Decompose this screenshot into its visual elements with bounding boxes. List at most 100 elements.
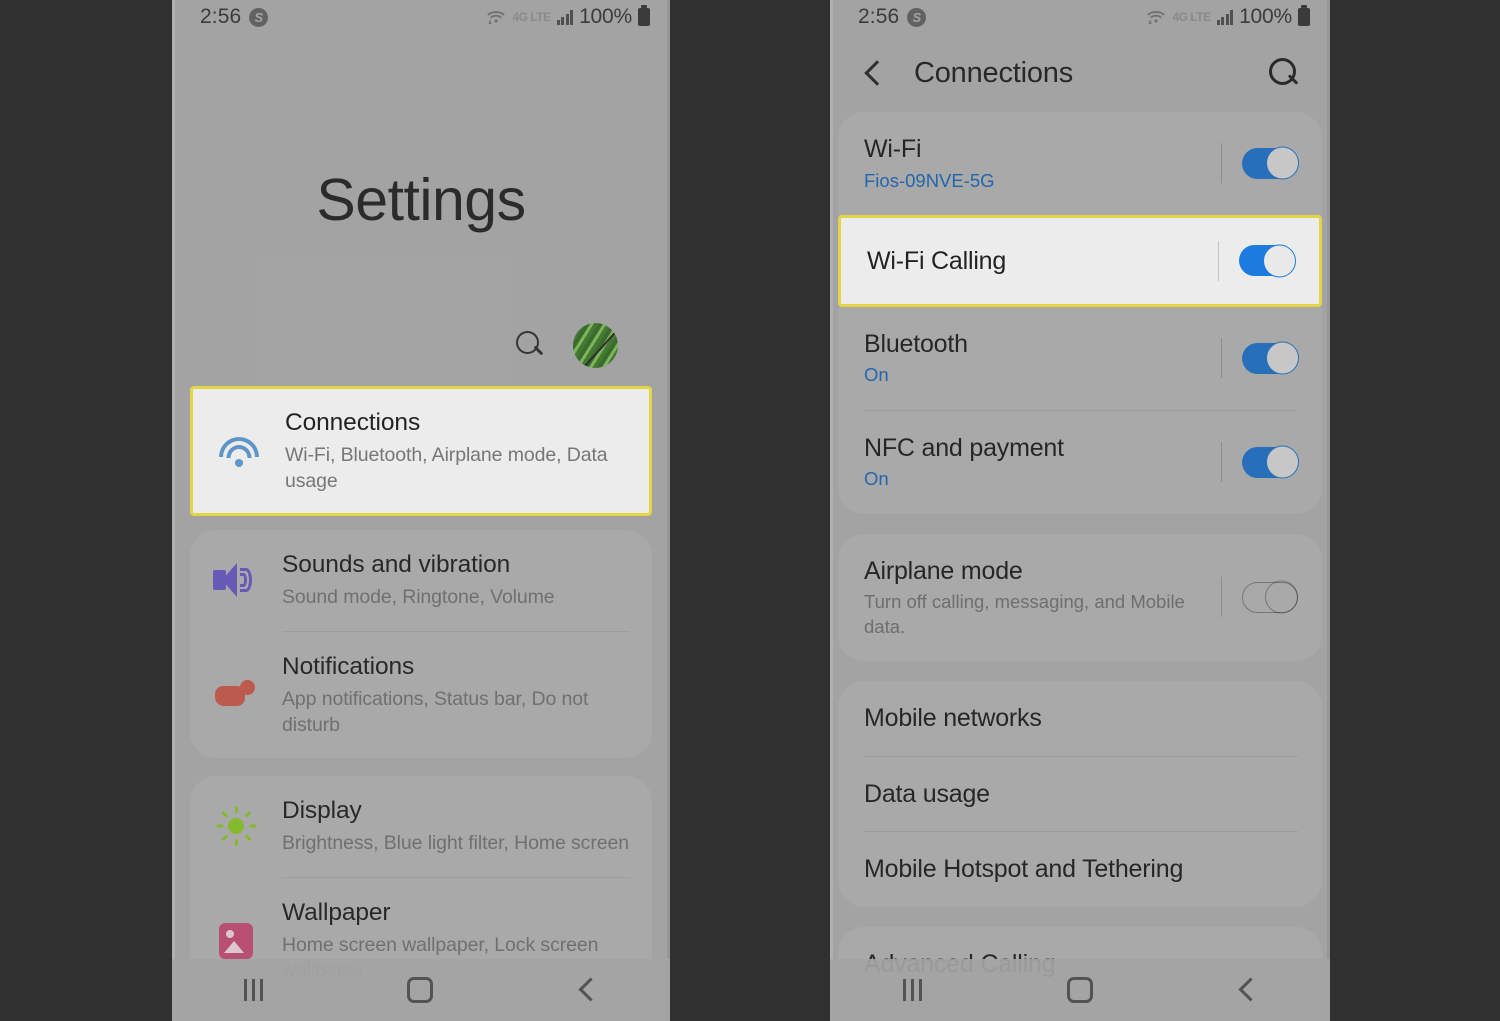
phone-edge-left [830,0,833,1021]
connections-group-wifi: Wi-Fi Fios-09NVE-5G [838,112,1322,215]
connections-group-mobile: Mobile networks Data usage Mobile Hotspo… [838,681,1322,907]
nfc-toggle[interactable] [1242,445,1299,479]
list-item-bluetooth[interactable]: Bluetooth On [838,307,1322,410]
toggle-container [1221,143,1299,184]
navigation-bar [172,959,670,1021]
list-item-title: Mobile networks [864,704,1042,733]
toggle-container [1221,442,1299,483]
connections-group-airplane: Airplane mode Turn off calling, messagin… [838,533,1322,662]
status-bar-left: 2:56 [200,5,269,29]
brightness-icon [190,806,282,847]
back-icon[interactable] [1238,980,1258,1000]
list-item-text: Notifications App notifications, Status … [282,652,652,738]
toggle-knob [1266,146,1299,180]
list-item-title: Wi-Fi Calling [867,246,1007,275]
right-phone-screen: 2:56 4G LTE 100% [830,0,1330,1021]
connections-group-bluetooth-nfc: Bluetooth On NFC and payment On [838,306,1322,514]
list-item-data-usage[interactable]: Data usage [838,757,1322,832]
list-item-title: Mobile Hotspot and Tethering [864,855,1184,884]
list-item-text: Mobile Hotspot and Tethering [864,854,1298,885]
status-bar-right: 4G LTE 100% [1146,5,1310,29]
list-item-text: Mobile networks [864,703,1298,734]
page-title: Connections [914,56,1074,89]
list-item-wifi[interactable]: Wi-Fi Fios-09NVE-5G [838,112,1322,215]
sidebar-item-notifications[interactable]: Notifications App notifications, Status … [190,632,652,758]
recents-icon[interactable] [902,979,922,1001]
wifi-transfer-icon [486,7,506,27]
wifi-calling-toggle[interactable] [1239,244,1296,278]
list-item-title: Sounds and vibration [282,551,511,579]
toggle-container [1218,240,1296,281]
sidebar-item-display[interactable]: Display Brightness, Blue light filter, H… [190,776,652,877]
list-item-text: Bluetooth On [864,329,1221,388]
list-item-subtitle: Wi-Fi, Bluetooth, Airplane mode, Data us… [285,444,608,492]
list-item-text: Airplane mode Turn off calling, messagin… [864,556,1221,639]
list-item-title: Display [282,796,362,824]
toggle-separator [1221,442,1222,483]
list-item-mobile-hotspot-and-tethering[interactable]: Mobile Hotspot and Tethering [838,832,1322,907]
recents-icon[interactable] [244,979,264,1001]
toggle-separator [1221,143,1222,184]
phone-edge-right [1327,0,1330,1021]
bluetooth-toggle[interactable] [1242,341,1299,375]
status-bar-left: 2:56 [858,5,927,29]
battery-full-icon [638,5,650,26]
list-item-title: NFC and payment [864,433,1064,462]
wallpaper-icon [190,922,282,959]
title-actions [172,322,670,368]
status-bar: 2:56 4G LTE 100% [172,0,670,34]
list-item-text: Wi-Fi Calling [867,246,1218,277]
list-item-text: NFC and payment On [864,433,1221,492]
home-icon[interactable] [1066,977,1093,1003]
list-item-title: Data usage [864,779,990,808]
search-icon[interactable] [1268,57,1300,89]
profile-avatar[interactable] [573,322,618,368]
phone-edge-left [172,0,175,1021]
back-chevron-icon[interactable] [860,59,888,87]
toggle-knob [1266,445,1299,479]
wifi-transfer-icon [1146,7,1166,27]
list-item-title: Connections [285,409,421,436]
toggle-knob [1263,244,1296,278]
back-icon[interactable] [578,980,598,1000]
list-item-airplane-mode[interactable]: Airplane mode Turn off calling, messagin… [838,534,1322,661]
list-item-title: Airplane mode [864,556,1023,585]
signal-bars-icon [556,9,574,25]
wifi-icon [193,435,285,468]
list-item-subtitle: Sound mode, Ringtone, Volume [282,586,555,609]
toggle-container [1221,338,1299,379]
page-title: Settings [316,167,526,233]
navigation-bar [830,959,1330,1021]
list-item-mobile-networks[interactable]: Mobile networks [838,681,1322,756]
home-icon[interactable] [407,977,434,1003]
shazam-icon [249,7,269,27]
list-item-wifi-calling[interactable]: Wi-Fi Calling [841,218,1319,304]
status-time: 2:56 [858,5,900,28]
list-item-subtitle: Fios-09NVE-5G [864,169,995,191]
left-phone-screen: 2:56 4G LTE 100% Settings [172,0,670,1021]
list-item-subtitle: Turn off calling, messaging, and Mobile … [864,591,1185,637]
battery-percent: 100% [1239,5,1292,28]
settings-group-connections-highlighted: Connections Wi-Fi, Bluetooth, Airplane m… [190,386,652,517]
speaker-icon [190,563,282,598]
connections-header: Connections [830,34,1330,112]
list-item-subtitle: Brightness, Blue light filter, Home scre… [282,832,629,855]
wifi-toggle[interactable] [1242,146,1299,180]
status-bar: 2:56 4G LTE 100% [830,0,1330,34]
battery-percent: 100% [579,5,632,28]
connections-group-wifi-calling-highlighted: Wi-Fi Calling [838,214,1322,307]
airplane-mode-toggle[interactable] [1242,580,1298,614]
notification-icon [190,679,282,710]
list-item-nfc-and-payment[interactable]: NFC and payment On [838,411,1322,514]
settings-group-sounds: Sounds and vibration Sound mode, Rington… [190,530,652,758]
list-item-subtitle: App notifications, Status bar, Do not di… [282,688,589,736]
settings-list: Connections Wi-Fi, Bluetooth, Airplane m… [172,386,670,1004]
list-item-text: Sounds and vibration Sound mode, Rington… [282,550,652,611]
sidebar-item-sounds-and-vibration[interactable]: Sounds and vibration Sound mode, Rington… [190,530,652,631]
search-icon[interactable] [515,330,545,360]
battery-full-icon [1298,5,1310,26]
toggle-separator [1221,338,1222,379]
sidebar-item-connections[interactable]: Connections Wi-Fi, Bluetooth, Airplane m… [193,389,649,513]
toggle-container [1221,577,1298,618]
list-item-text: Data usage [864,779,1298,810]
